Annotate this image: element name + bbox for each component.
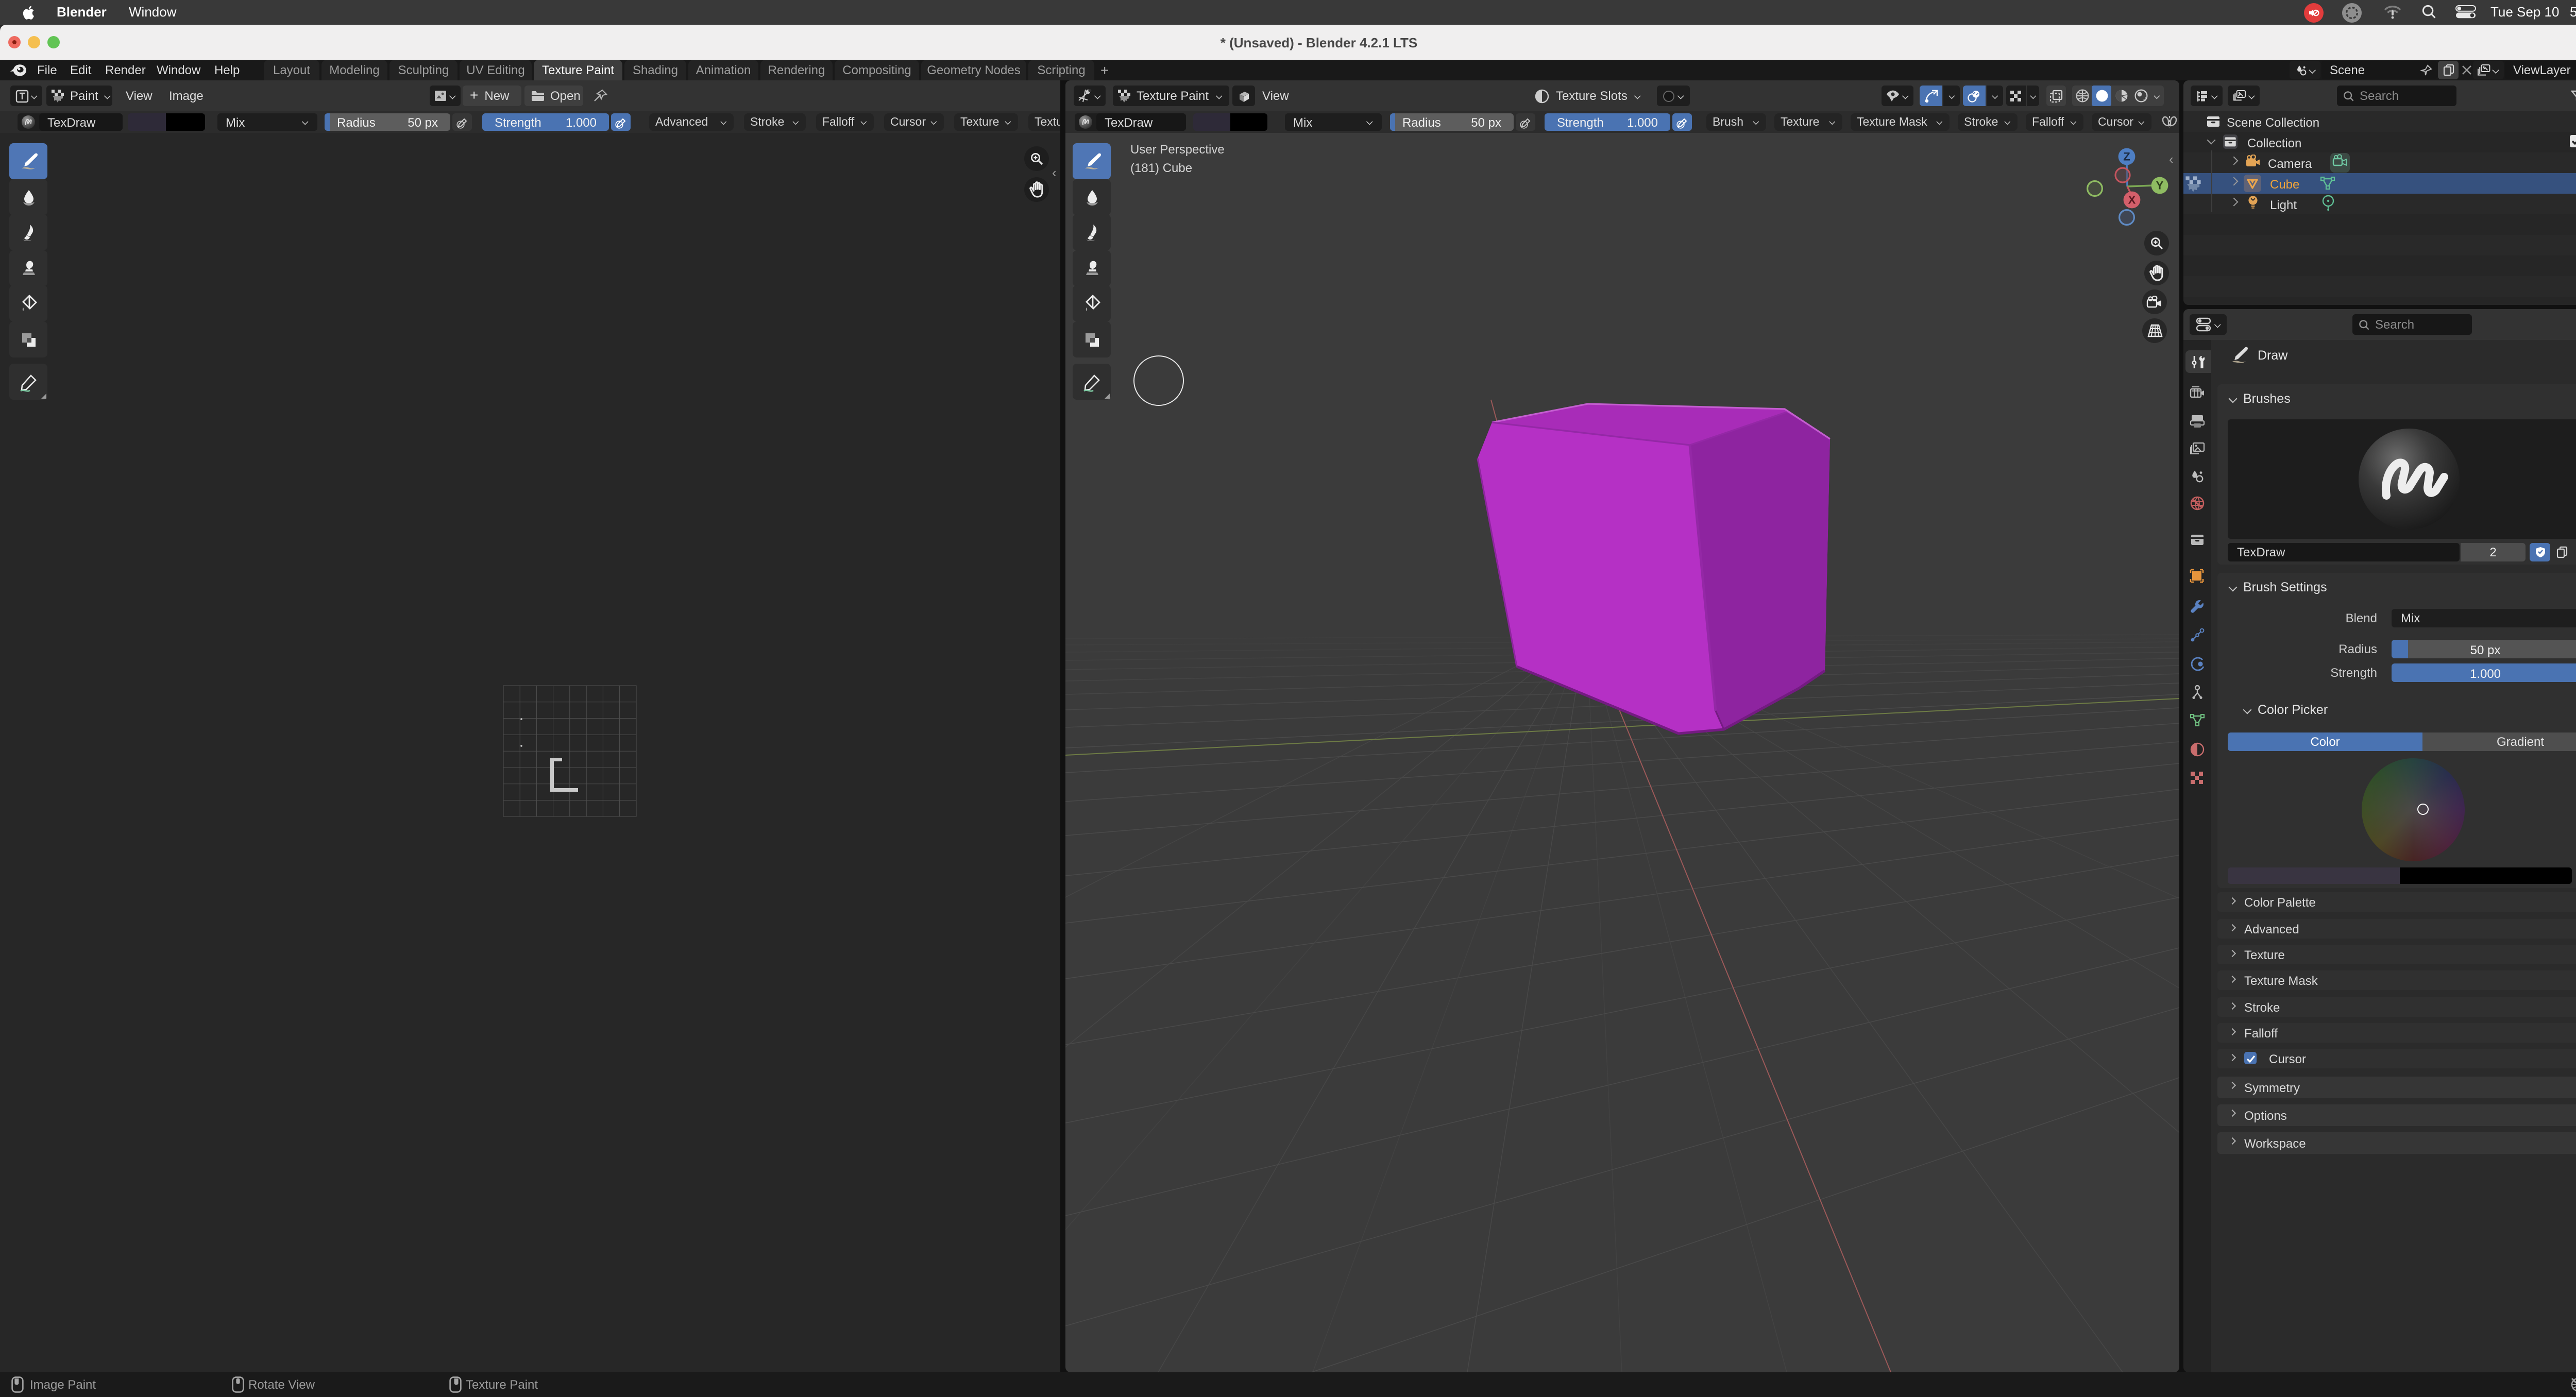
svg-text:Z: Z: [2123, 150, 2130, 163]
svg-text:X: X: [2128, 194, 2136, 207]
svg-text:Y: Y: [2156, 179, 2164, 192]
